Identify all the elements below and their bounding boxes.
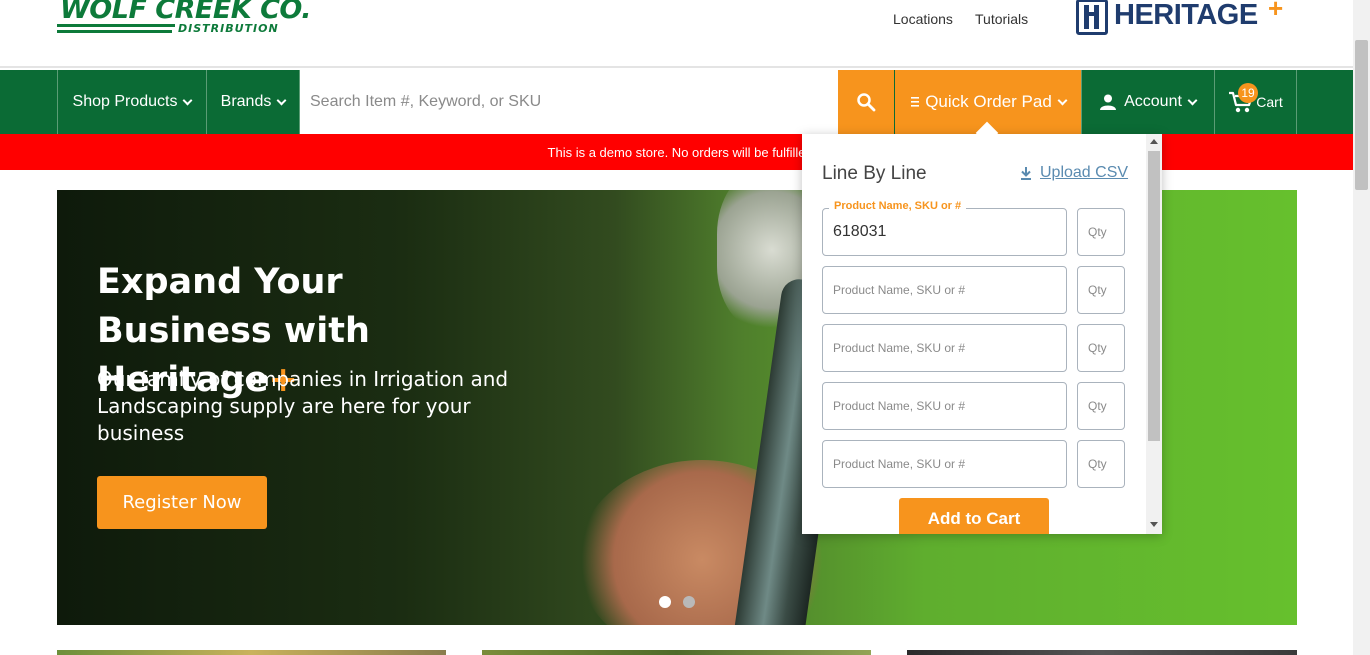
- product-field: [822, 324, 1067, 372]
- product-field: Product Name, SKU or #: [822, 200, 1067, 256]
- qty-field: [1077, 324, 1125, 372]
- upload-csv-link[interactable]: Upload CSV: [1020, 164, 1128, 182]
- product-input[interactable]: [833, 399, 1066, 413]
- quick-order-pad-label: Quick Order Pad: [925, 92, 1052, 111]
- demo-notice-text: This is a demo store. No orders will be …: [547, 144, 806, 160]
- page-scrollbar-thumb[interactable]: [1355, 40, 1368, 190]
- carousel-dot[interactable]: [683, 596, 695, 608]
- product-input[interactable]: [833, 283, 1066, 297]
- cart-label: Cart: [1256, 94, 1283, 110]
- qty-input[interactable]: [1088, 399, 1124, 413]
- hero-subtitle: Our family of companies in Irrigation an…: [97, 367, 509, 445]
- chevron-down-icon: [183, 95, 193, 105]
- logo-subtitle: DISTRIBUTION: [178, 22, 279, 35]
- category-thumbnail[interactable]: [907, 650, 1297, 655]
- chevron-down-icon: [1187, 95, 1198, 105]
- product-input[interactable]: [833, 341, 1066, 355]
- qty-input[interactable]: [1088, 283, 1124, 297]
- carousel-dot-active[interactable]: [659, 596, 671, 608]
- scroll-up-arrow-icon[interactable]: [1150, 139, 1158, 144]
- logo-stripe: [57, 30, 172, 33]
- search-box: [300, 70, 838, 134]
- cart-count-badge: 19: [1238, 83, 1258, 103]
- brands-label: Brands: [220, 93, 272, 110]
- account-menu[interactable]: Account: [1081, 70, 1215, 134]
- add-to-cart-button[interactable]: Add to Cart: [899, 498, 1049, 534]
- heritage-logo-text: HERITAGE: [1114, 0, 1258, 31]
- qty-field: [1077, 266, 1125, 314]
- qty-input[interactable]: [1088, 457, 1124, 471]
- download-icon: [1021, 167, 1031, 180]
- top-header: WOLF CREEK CO. DISTRIBUTION Locations Tu…: [0, 0, 1353, 68]
- product-field: [822, 440, 1067, 488]
- category-thumbnail[interactable]: [482, 650, 871, 655]
- product-field: [822, 382, 1067, 430]
- scroll-down-arrow-icon[interactable]: [1150, 522, 1158, 527]
- locations-link[interactable]: Locations: [893, 11, 953, 27]
- upload-csv-label: Upload CSV: [1040, 164, 1129, 181]
- tutorials-link[interactable]: Tutorials: [975, 11, 1028, 27]
- panel-scrollbar-thumb[interactable]: [1148, 151, 1160, 441]
- qty-field: [1077, 382, 1125, 430]
- list-icon: [911, 97, 920, 107]
- heritage-logo[interactable]: HERITAGE +: [1076, 0, 1296, 36]
- qty-input[interactable]: [1088, 341, 1124, 355]
- product-field-label: Product Name, SKU or #: [829, 200, 967, 212]
- product-input[interactable]: [833, 457, 1066, 471]
- user-icon: [1100, 94, 1117, 110]
- cart-button[interactable]: Cart: [1215, 70, 1297, 134]
- brands-menu[interactable]: Brands: [207, 70, 300, 134]
- chevron-down-icon: [1057, 95, 1068, 105]
- main-nav: Shop Products Brands Quick Order Pad Acc…: [0, 70, 1353, 134]
- shop-products-label: Shop Products: [72, 93, 178, 110]
- shop-products-menu[interactable]: Shop Products: [57, 70, 207, 134]
- qty-field: [1077, 208, 1125, 256]
- search-icon: [857, 93, 876, 112]
- quick-order-title: Line By Line: [822, 163, 927, 184]
- search-input[interactable]: [310, 93, 838, 111]
- qty-input[interactable]: [1088, 225, 1124, 239]
- logo-stripe: [57, 24, 175, 27]
- heritage-h-bar: [1084, 12, 1098, 16]
- search-button[interactable]: [838, 70, 894, 134]
- quick-order-panel: Line By Line Upload CSV Product Name, SK…: [802, 134, 1162, 534]
- heritage-h-icon: [1076, 0, 1108, 35]
- wolf-creek-logo[interactable]: WOLF CREEK CO. DISTRIBUTION: [57, 0, 312, 40]
- qty-field: [1077, 440, 1125, 488]
- product-input[interactable]: [833, 223, 1066, 241]
- account-label: Account: [1124, 93, 1182, 110]
- heritage-plus: +: [1268, 0, 1284, 23]
- category-thumbnail[interactable]: [57, 650, 446, 655]
- register-now-button[interactable]: Register Now: [97, 476, 267, 529]
- chevron-down-icon: [276, 95, 287, 105]
- product-field: [822, 266, 1067, 314]
